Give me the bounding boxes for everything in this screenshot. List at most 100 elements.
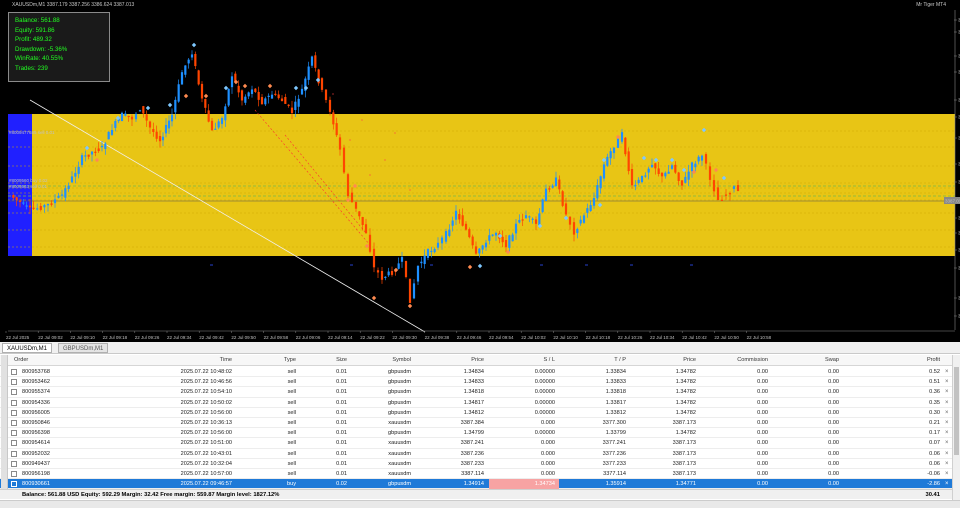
cell-swap: 0.00 [828, 379, 839, 386]
col-profit[interactable]: Profit [927, 355, 940, 366]
close-order-icon[interactable]: × [945, 428, 949, 438]
candle-body [464, 223, 468, 230]
time-tick-label: 22 Jul 09:54 [489, 335, 514, 340]
close-order-icon[interactable]: × [945, 367, 949, 377]
info-winrate: WinRate: 40.55% [15, 55, 64, 63]
candle-body [87, 154, 90, 157]
col-swap[interactable]: Swap [825, 355, 839, 366]
close-order-icon[interactable]: × [945, 398, 949, 408]
close-order-icon[interactable]: × [945, 469, 949, 479]
table-row[interactable]: 800956198 2025.07.22 10:57:00 sell 0.01 xauu… [0, 469, 952, 480]
cell-order: 800955374 [22, 389, 50, 396]
candle-body [107, 131, 110, 140]
col-order[interactable]: Order [14, 355, 28, 366]
cell-price: 1.34812 [463, 409, 484, 416]
col-size[interactable]: Size [336, 355, 347, 366]
candle-body [350, 192, 354, 203]
time-tick-label: 22 Jul 09:10 [70, 335, 95, 340]
candle-body [634, 184, 637, 187]
table-row[interactable]: 800953768 2025.07.22 10:48:02 sell 0.01 gbpu… [0, 367, 952, 378]
order-icon [11, 471, 17, 477]
close-order-icon[interactable]: × [945, 387, 949, 397]
col-sl[interactable]: S / L [543, 355, 555, 366]
candle-body [704, 154, 708, 164]
cell-symbol: gbpusdm [387, 389, 411, 396]
table-row[interactable]: 800954614 2025.07.22 10:51:00 sell 0.01 xauu… [0, 438, 952, 449]
cell-time: 2025.07.22 10:57:00 [180, 471, 232, 477]
candle-body [697, 156, 700, 162]
close-order-icon[interactable]: × [945, 459, 949, 469]
table-scroll-thumb[interactable] [954, 367, 959, 455]
candle-body [400, 257, 404, 262]
table-row[interactable]: 800950846 2025.07.22 10:36:13 sell 0.01 xauu… [0, 418, 952, 429]
cell-symbol: gbpusdm [387, 481, 411, 488]
time-tick-label: 22 Jul 09:06 [296, 335, 321, 340]
candle-body [609, 151, 612, 159]
time-tick-label: 22 Jul 09:22 [360, 335, 385, 340]
table-row[interactable]: 800955374 2025.07.22 10:54:10 sell 0.01 gbpu… [0, 387, 952, 398]
table-row[interactable]: 800954336 2025.07.22 10:50:02 sell 0.01 gbpu… [0, 398, 952, 408]
table-row[interactable]: 800949437 2025.07.22 10:32:04 sell 0.01 xauu… [0, 459, 952, 469]
candle-body [599, 176, 602, 189]
cell-sl: 0.000 [541, 471, 555, 477]
cell-order: 800956005 [22, 409, 50, 416]
close-order-icon[interactable]: × [945, 408, 949, 418]
table-row[interactable]: 800956005 2025.07.22 10:56:00 sell 0.01 gbpu… [0, 408, 952, 418]
candle-body [36, 208, 39, 210]
cell-price: 1.34833 [463, 379, 484, 386]
info-trades: Trades: 239 [15, 64, 48, 72]
chart-window[interactable]: #8009477685 sell 0.01 #8009560 buy 0.02 #8… [0, 0, 960, 342]
candle-body [22, 202, 25, 204]
cell-commission: 0.00 [757, 481, 768, 488]
col-price-current[interactable]: Price [683, 355, 696, 366]
tab-gbpusdm-m1[interactable]: GBPUSDm,M1 [58, 343, 109, 353]
cell-size: 0.01 [336, 420, 347, 426]
close-order-icon[interactable]: × [945, 377, 949, 387]
cell-type: sell [287, 460, 296, 467]
candle-body [200, 83, 204, 99]
candle-body [514, 223, 518, 234]
candle-body [624, 137, 627, 155]
close-order-icon[interactable]: × [945, 479, 949, 489]
cell-order: 800949437 [22, 460, 50, 467]
cell-commission: 0.00 [757, 430, 768, 437]
col-symbol[interactable]: Symbol [392, 355, 411, 366]
table-scrollbar[interactable] [952, 355, 960, 500]
info-drawdown: Drawdown: -5.36% [15, 45, 68, 53]
table-row[interactable]: 800956398 2025.07.22 10:56:00 sell 0.01 gbpu… [0, 428, 952, 439]
cell-commission: 0.00 [757, 369, 768, 375]
cell-profit: 0.06 [929, 450, 940, 457]
time-tick-label: 22 Jul 10:34 [650, 335, 675, 340]
table-row[interactable]: 800930661 2025.07.22 09:46:57 buy 0.02 gbpus… [0, 479, 952, 490]
col-price[interactable]: Price [471, 355, 484, 366]
col-type[interactable]: Type [284, 355, 296, 366]
candle-body [627, 151, 630, 172]
candle-body [481, 245, 484, 250]
cell-size: 0.01 [336, 440, 347, 447]
tab-xauusdm-m1[interactable]: XAUUSDm,M1 [2, 343, 53, 353]
candle-body [576, 228, 579, 234]
candle-body [572, 222, 576, 235]
close-order-icon[interactable]: × [945, 438, 949, 448]
col-tp[interactable]: T / P [614, 355, 626, 366]
trade-toolbox: Order Time Type Size Symbol Price S / L … [0, 355, 960, 508]
candle-body [264, 98, 267, 105]
candle-body [244, 96, 247, 103]
candle-body [43, 204, 46, 208]
candle-body [277, 94, 280, 99]
chart-title: XAUUSDm,M1 3387.179 3387.256 3386.624 33… [12, 2, 135, 8]
price-chart[interactable]: #8009477685 sell 0.01 #8009560 buy 0.02#8… [0, 0, 960, 342]
cell-profit: -2.86 [927, 481, 940, 488]
close-order-icon[interactable]: × [945, 449, 949, 459]
col-commission[interactable]: Commission [737, 355, 768, 366]
col-time[interactable]: Time [220, 355, 232, 366]
candle-body [207, 110, 210, 122]
cell-tp: 1.35914 [605, 481, 626, 488]
table-row[interactable]: 800953462 2025.07.22 10:46:56 sell 0.01 gbpu… [0, 377, 952, 388]
candle-body [210, 120, 214, 131]
table-row[interactable]: 800952032 2025.07.22 10:43:01 sell 0.01 xauu… [0, 449, 952, 459]
candle-body [294, 101, 297, 111]
close-order-icon[interactable]: × [945, 418, 949, 428]
cell-tp: 3377.236 [602, 450, 626, 457]
candle-body [694, 163, 697, 168]
